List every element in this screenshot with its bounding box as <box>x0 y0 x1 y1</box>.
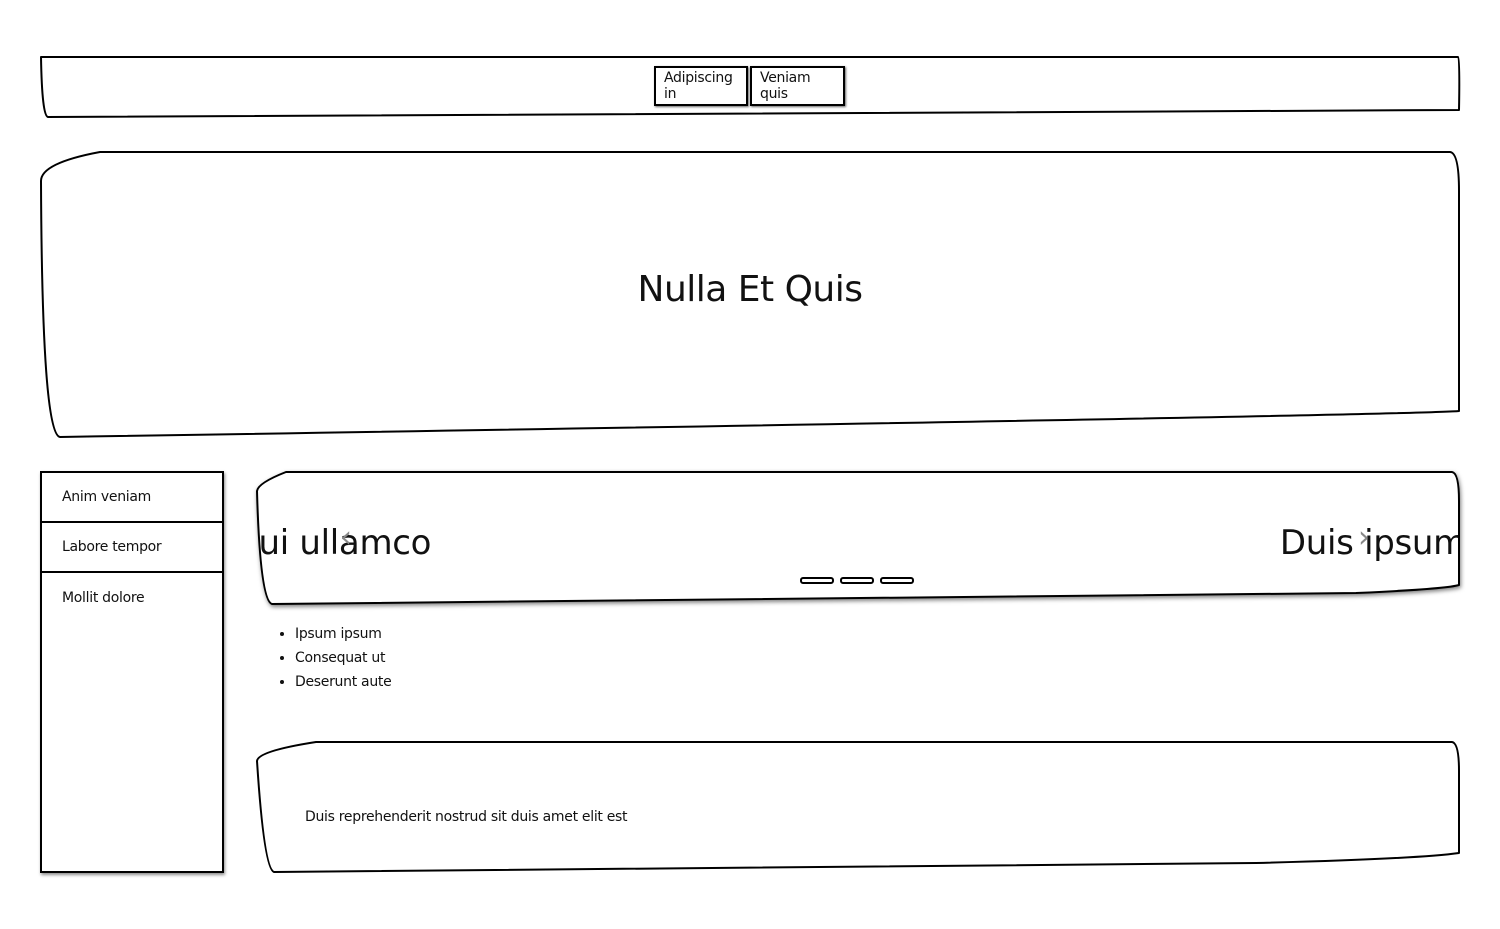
carousel-indicator[interactable] <box>840 577 874 584</box>
carousel-indicator[interactable] <box>880 577 914 584</box>
hero-title: Nulla Et Quis <box>637 269 863 310</box>
carousel-indicator[interactable] <box>800 577 834 584</box>
carousel: Qui ullamco Duis ipsum ‹ › <box>256 471 1460 605</box>
hero-banner: Nulla Et Quis <box>40 151 1460 438</box>
chevron-right-icon[interactable]: › <box>1358 523 1370 553</box>
panel-text: Duis reprehenderit nostrud sit duis amet… <box>305 809 628 825</box>
nav-button-veniam-quis[interactable]: Veniam quis <box>750 66 845 106</box>
text-panel-outline <box>256 741 1460 873</box>
list-item: Consequat ut <box>295 646 391 670</box>
carousel-indicators <box>800 577 914 584</box>
nav-button-adipiscing-in[interactable]: Adipiscing in <box>654 66 748 106</box>
nav-group: Adipiscing in Veniam quis <box>654 66 845 106</box>
sidebar-item-mollit-dolore[interactable]: Mollit dolore <box>42 573 222 623</box>
sidebar-item-anim-veniam[interactable]: Anim veniam <box>42 473 222 523</box>
sidebar-item-labore-tempor[interactable]: Labore tempor <box>42 523 222 573</box>
top-nav-bar: Adipiscing in Veniam quis <box>40 56 1461 118</box>
chevron-left-icon[interactable]: ‹ <box>340 523 352 553</box>
list-item: Deserunt aute <box>295 670 392 694</box>
sidebar: Anim veniam Labore tempor Mollit dolore <box>40 471 224 873</box>
list-item: Ipsum ipsum <box>295 622 391 646</box>
bullet-list: Ipsum ipsum Consequat ut Deserunt aute <box>256 622 392 694</box>
text-panel: Duis reprehenderit nostrud sit duis amet… <box>256 741 1460 873</box>
